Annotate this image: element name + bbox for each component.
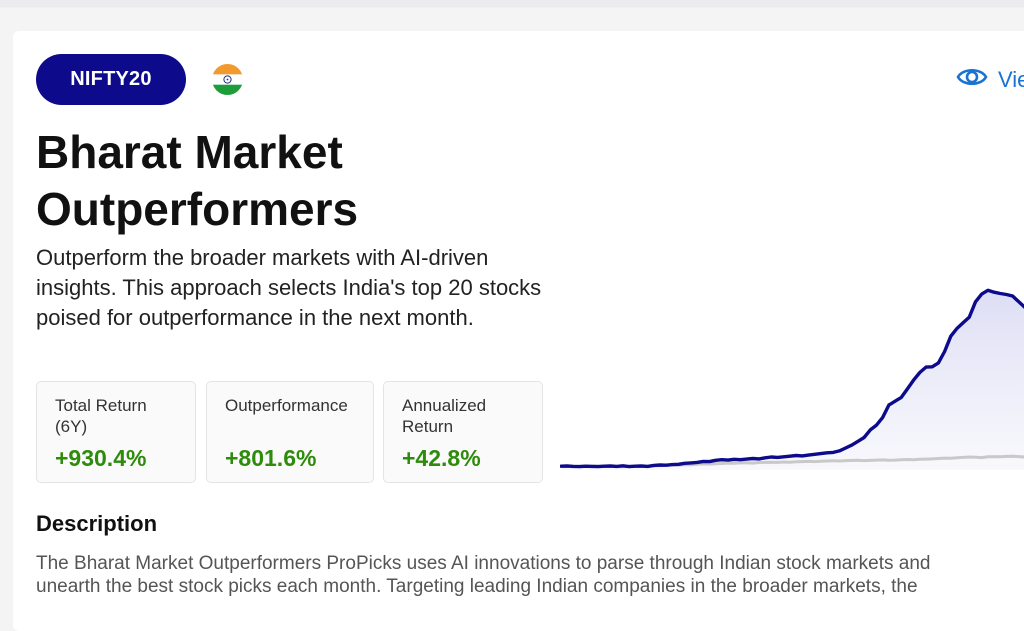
stat-value: +42.8%	[402, 445, 481, 471]
strategy-title: Bharat Market Outperformers	[36, 126, 359, 235]
stat-label: Annualized Return	[402, 396, 487, 436]
strategy-area-fill	[561, 290, 1024, 470]
eye-icon	[956, 65, 988, 95]
strategy-description: Outperform the broader markets with AI-d…	[36, 245, 542, 330]
stat-value: +930.4%	[55, 445, 147, 471]
index-badge[interactable]: NIFTY20	[36, 54, 186, 105]
stat-card-outperformance: Outperformance +801.6%	[206, 381, 374, 483]
stat-label: Outperformance	[225, 396, 348, 415]
stat-card-annualized-return: Annualized Return +42.8%	[383, 381, 543, 483]
description-heading: Description	[36, 511, 158, 536]
view-link-label: Vie	[998, 67, 1024, 92]
stat-label: Total Return (6Y)	[55, 396, 147, 436]
top-bar	[0, 0, 1024, 6]
stat-card-total-return: Total Return (6Y) +930.4%	[36, 381, 196, 483]
description-body: The Bharat Market Outperformers ProPicks…	[36, 552, 1024, 598]
performance-chart	[560, 288, 1024, 470]
description-line: unearth the best stock picks each month.…	[36, 576, 918, 597]
description-line: The Bharat Market Outperformers ProPicks…	[36, 553, 931, 574]
india-flag-icon	[212, 64, 243, 95]
stat-value: +801.6%	[225, 445, 317, 471]
view-link[interactable]: Vie	[956, 64, 1024, 96]
